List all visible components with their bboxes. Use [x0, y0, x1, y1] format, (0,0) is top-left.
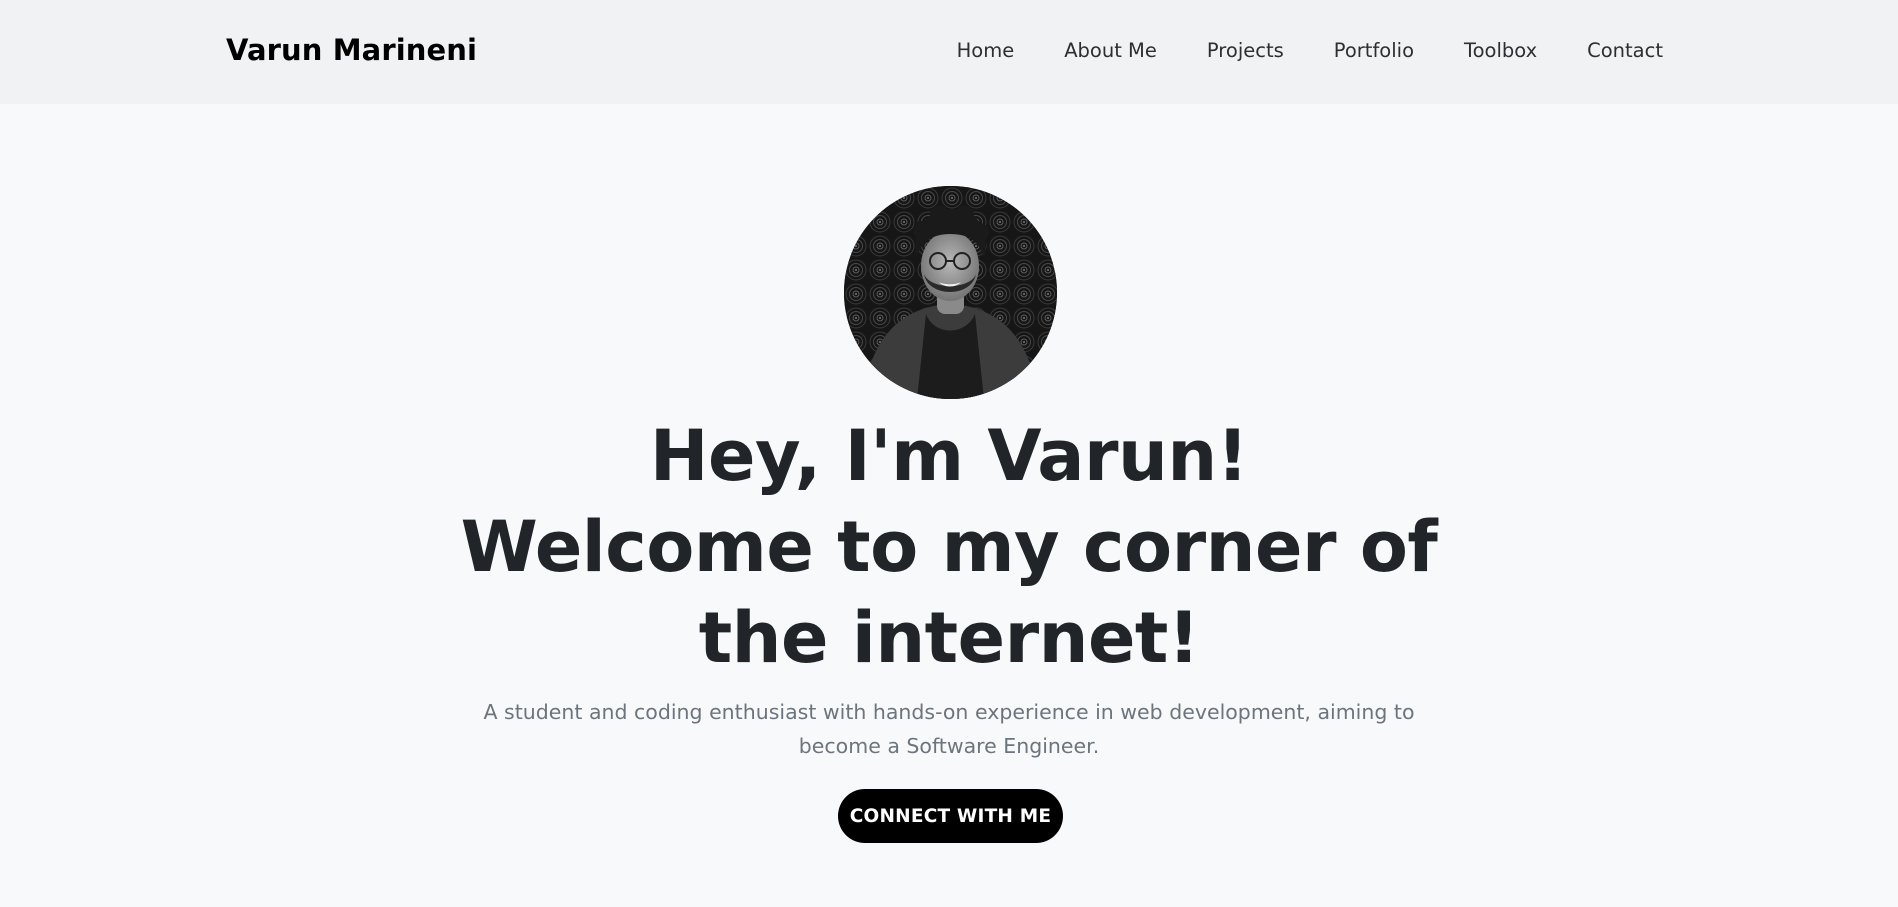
top-navbar: Varun Marineni Home About Me Projects Po… — [0, 0, 1898, 104]
headline-line-1: Hey, I'm Varun! — [649, 415, 1249, 497]
headline-line-2: Welcome to my corner of — [460, 506, 1438, 588]
nav-links: Home About Me Projects Portfolio Toolbox… — [907, 39, 1663, 62]
hero-headline: Hey, I'm Varun! Welcome to my corner of … — [349, 411, 1549, 684]
nav-link-home[interactable]: Home — [957, 39, 1015, 62]
nav-link-about-me[interactable]: About Me — [1064, 39, 1157, 62]
nav-link-portfolio[interactable]: Portfolio — [1334, 39, 1414, 62]
nav-link-contact[interactable]: Contact — [1587, 39, 1663, 62]
brand-logo[interactable]: Varun Marineni — [226, 33, 477, 67]
headline-line-3: the internet! — [698, 597, 1200, 679]
hero-subtext: A student and coding enthusiast with han… — [483, 700, 1415, 758]
nav-link-projects[interactable]: Projects — [1207, 39, 1284, 62]
nav-link-toolbox[interactable]: Toolbox — [1464, 39, 1537, 62]
connect-with-me-button[interactable]: CONNECT WITH ME — [838, 789, 1063, 843]
profile-avatar — [844, 186, 1057, 399]
